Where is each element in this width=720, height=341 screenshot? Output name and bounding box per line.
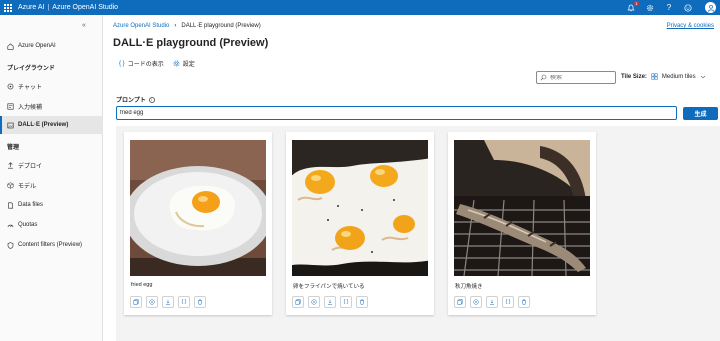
copy-icon[interactable] bbox=[130, 296, 142, 308]
image-caption: 秋刀魚焼き bbox=[455, 284, 483, 290]
sidebar: « Azure OpenAI プレイグラウンド チャット 入力候補 DALL·E… bbox=[0, 15, 103, 341]
sidebar-item-label: Quotas bbox=[18, 222, 38, 228]
chevron-right-icon: › bbox=[174, 23, 177, 29]
sidebar-item-label: 入力候補 bbox=[18, 104, 43, 111]
variations-icon[interactable] bbox=[308, 296, 320, 308]
image-card[interactable]: fried egg { } bbox=[124, 132, 272, 315]
info-icon[interactable]: i bbox=[148, 96, 155, 103]
search-icon bbox=[540, 74, 547, 81]
sidebar-item-chat[interactable]: チャット bbox=[0, 77, 103, 95]
home-icon bbox=[7, 43, 14, 50]
code-braces-icon[interactable]: { } bbox=[178, 296, 190, 308]
breadcrumb: Azure OpenAI Studio › DALL·E playground … bbox=[113, 23, 261, 29]
image-card[interactable]: 卵をフライパンで焼いている { } bbox=[286, 132, 434, 315]
settings-button[interactable]: 設定 bbox=[173, 59, 195, 68]
collapse-sidebar-icon[interactable]: « bbox=[82, 22, 86, 29]
chevron-down-icon bbox=[700, 75, 705, 78]
gauge-icon bbox=[7, 224, 14, 227]
top-bar: Azure AI | Azure OpenAI Studio 1 ? bbox=[0, 0, 720, 15]
prompt-label: プロンプト i bbox=[116, 95, 155, 104]
breadcrumb-root-link[interactable]: Azure OpenAI Studio bbox=[113, 23, 169, 29]
page-title: DALL·E playground (Preview) bbox=[113, 37, 269, 49]
generated-image[interactable] bbox=[292, 140, 428, 276]
chat-icon bbox=[7, 83, 14, 89]
card-actions: { } bbox=[454, 296, 530, 308]
generated-image[interactable] bbox=[130, 140, 266, 276]
help-icon[interactable]: ? bbox=[664, 3, 674, 13]
prompt-label-text: プロンプト bbox=[116, 98, 146, 104]
privacy-cookies-link[interactable]: Privacy & cookies bbox=[667, 23, 714, 29]
file-icon bbox=[8, 202, 13, 208]
variations-icon[interactable] bbox=[146, 296, 158, 308]
delete-icon[interactable] bbox=[194, 296, 206, 308]
sidebar-item-label: Data files bbox=[18, 202, 44, 208]
section-heading-management: 管理 bbox=[7, 145, 20, 151]
product-name: Azure OpenAI Studio bbox=[52, 4, 119, 11]
completions-icon bbox=[7, 103, 14, 110]
tile-size-value: Medium tiles bbox=[661, 73, 696, 80]
prompt-input[interactable] bbox=[116, 106, 677, 120]
settings-gear-icon[interactable] bbox=[645, 3, 655, 13]
brand[interactable]: Azure AI | Azure OpenAI Studio bbox=[18, 4, 118, 11]
view-code-label: コードの表示 bbox=[127, 62, 164, 68]
variations-icon[interactable] bbox=[470, 296, 482, 308]
sidebar-item-data-files[interactable]: Data files bbox=[0, 196, 103, 214]
section-heading-playground: プレイグラウンド bbox=[7, 66, 55, 72]
download-icon[interactable] bbox=[162, 296, 174, 308]
copy-icon[interactable] bbox=[292, 296, 304, 308]
card-actions: { } bbox=[130, 296, 206, 308]
view-code-button[interactable]: { } コードの表示 bbox=[119, 59, 164, 69]
tile-size-control: Tile Size: Medium tiles bbox=[621, 73, 706, 80]
code-braces-icon[interactable]: { } bbox=[340, 296, 352, 308]
shield-icon bbox=[7, 241, 14, 249]
sidebar-item-label: Content filters (Preview) bbox=[18, 242, 83, 248]
delete-icon[interactable] bbox=[518, 296, 530, 308]
gear-icon bbox=[173, 60, 180, 67]
user-avatar[interactable] bbox=[705, 2, 716, 13]
sidebar-item-completions[interactable]: 入力候補 bbox=[0, 97, 103, 115]
sidebar-item-label: チャット bbox=[18, 84, 42, 91]
sidebar-item-label: DALL·E (Preview) bbox=[18, 122, 69, 128]
sidebar-item-dalle[interactable]: DALL·E (Preview) bbox=[0, 116, 103, 134]
sidebar-item-label: モデル bbox=[18, 183, 37, 190]
brand-separator: | bbox=[47, 4, 50, 11]
copy-icon[interactable] bbox=[454, 296, 466, 308]
main-content: Azure OpenAI Studio › DALL·E playground … bbox=[104, 15, 720, 341]
sidebar-item-azure-openai[interactable]: Azure OpenAI bbox=[0, 37, 103, 55]
sidebar-item-label: デプロイ bbox=[18, 163, 43, 170]
tile-size-dropdown[interactable]: Medium tiles bbox=[651, 73, 706, 80]
sidebar-item-quotas[interactable]: Quotas bbox=[0, 216, 103, 234]
tile-size-label: Tile Size: bbox=[621, 73, 647, 80]
image-caption: fried egg bbox=[131, 282, 153, 288]
cube-icon bbox=[7, 181, 14, 189]
code-braces-icon: { } bbox=[119, 60, 125, 67]
tiles-grid-icon bbox=[651, 73, 658, 80]
brand-name: Azure AI bbox=[18, 4, 45, 11]
deploy-icon bbox=[8, 161, 13, 168]
toolbar: { } コードの表示 設定 bbox=[119, 59, 195, 69]
search-box[interactable] bbox=[536, 71, 616, 84]
sidebar-item-content-filters[interactable]: Content filters (Preview) bbox=[0, 236, 103, 254]
breadcrumb-current: DALL·E playground (Preview) bbox=[181, 23, 261, 29]
image-card[interactable]: 秋刀魚焼き { } bbox=[448, 132, 596, 315]
image-icon bbox=[7, 122, 14, 128]
notification-badge: 1 bbox=[634, 0, 639, 6]
card-actions: { } bbox=[292, 296, 368, 308]
notifications-icon[interactable]: 1 bbox=[626, 0, 639, 13]
image-gallery: fried egg { } 卵をフライパンで焼いている {} 秋刀魚焼き {… bbox=[116, 126, 720, 341]
settings-label: 設定 bbox=[182, 62, 195, 68]
code-braces-icon[interactable]: { } bbox=[502, 296, 514, 308]
generated-image[interactable] bbox=[454, 140, 590, 276]
feedback-smiley-icon[interactable] bbox=[683, 3, 693, 13]
download-icon[interactable] bbox=[486, 296, 498, 308]
sidebar-item-models[interactable]: モデル bbox=[0, 176, 103, 194]
app-launcher-icon[interactable] bbox=[4, 3, 12, 12]
sidebar-item-deployments[interactable]: デプロイ bbox=[0, 156, 103, 174]
delete-icon[interactable] bbox=[356, 296, 368, 308]
image-caption: 卵をフライパンで焼いている bbox=[293, 284, 365, 290]
generate-button[interactable]: 生成 bbox=[683, 107, 718, 120]
sidebar-item-label: Azure OpenAI bbox=[18, 43, 56, 49]
download-icon[interactable] bbox=[324, 296, 336, 308]
search-input[interactable] bbox=[550, 74, 610, 81]
